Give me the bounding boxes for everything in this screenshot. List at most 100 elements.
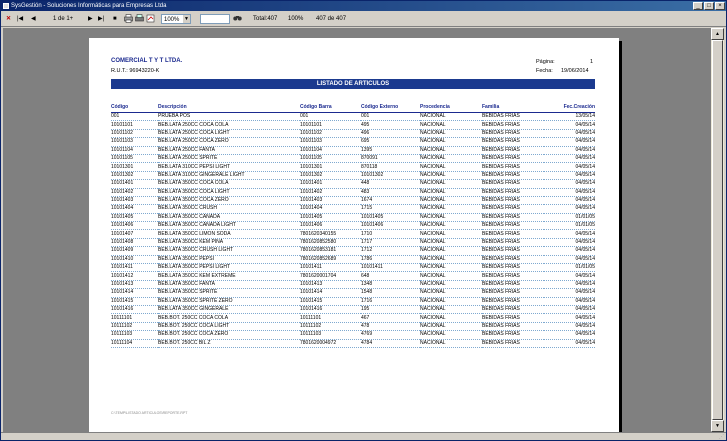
table-row: 10111103 BEB.BOT. 250CC COCA ZERO 10111103… <box>111 330 595 340</box>
cell-codigo-barra: 10111102 <box>300 322 361 332</box>
cell-familia: BEBIDAS FRIAS <box>482 162 544 172</box>
scroll-thumb[interactable] <box>712 40 723 420</box>
cell-codigo-externo: 1717 <box>361 238 420 248</box>
cell-descripcion: BEB.BOT. 250CC COCA COLA <box>158 313 300 323</box>
cell-familia: BEBIDAS FRIAS <box>482 196 544 206</box>
prev-page-button[interactable]: ◀ <box>31 12 36 26</box>
cell-descripcion: BEB.LATA 350CC COCA LIGHT <box>158 188 300 197</box>
cell-procedencia: NACIONAL <box>420 221 482 231</box>
cell-codigo: 10101409 <box>111 246 158 256</box>
preview-toolbar: ✕ |◀ ◀ 1 de 1+ ▶ ▶| ■ 100% ▼ Total:407 1… <box>1 12 726 27</box>
cell-codigo-barra: 10101101 <box>300 120 361 130</box>
cell-fec-creacion: 01/01/05 <box>544 213 595 223</box>
cell-fec-creacion: 01/01/05 <box>544 263 595 273</box>
table-row: 10101408 BEB.LATA 350CC KEM PIÑA 780162085… <box>111 238 595 248</box>
cell-familia: BEBIDAS FRIAS <box>482 305 544 315</box>
total-records: Total:407 <box>253 16 278 22</box>
chevron-down-icon: ▼ <box>183 15 190 23</box>
cell-fec-creacion: 04/05/14 <box>544 137 595 147</box>
cell-codigo-externo: 195 <box>361 305 420 315</box>
cell-fec-creacion: 13/05/14 <box>544 112 595 122</box>
cell-descripcion: BEB.LATA 250CC COCA COLA <box>158 120 300 130</box>
table-row: 10101411 BEB.LATA 350CC PEPSI LIGHT 101014… <box>111 263 595 273</box>
maximize-button[interactable]: □ <box>704 2 714 10</box>
table-row: 10101406 BEB.LATA 350CC CANADA LIGHT 10101… <box>111 221 595 231</box>
vertical-scrollbar[interactable]: ▲ ▼ <box>711 28 724 432</box>
cell-codigo-externo: 1548 <box>361 288 420 298</box>
cell-procedencia: NACIONAL <box>420 154 482 164</box>
cell-procedencia: NACIONAL <box>420 280 482 290</box>
cell-procedencia: NACIONAL <box>420 305 482 315</box>
cell-descripcion: BEB.LATA 310CC PEPSI LIGHT <box>158 162 300 172</box>
cell-codigo-externo: 10101405 <box>361 213 420 223</box>
cell-procedencia: NACIONAL <box>420 188 482 197</box>
cell-familia: BEBIDAS FRIAS <box>482 263 544 273</box>
find-icon[interactable] <box>233 12 242 26</box>
cell-fec-creacion: 04/05/14 <box>544 129 595 139</box>
cell-codigo-externo: 1716 <box>361 297 420 307</box>
col-codigo-barra: Código Barra <box>300 102 361 113</box>
cell-codigo: 10111104 <box>111 339 158 348</box>
col-codigo-externo: Código Externo <box>361 102 420 113</box>
search-input[interactable] <box>200 14 230 24</box>
report-title: LISTADO DE ARTICULOS <box>111 79 595 89</box>
cell-procedencia: NACIONAL <box>420 339 482 348</box>
cell-procedencia: NACIONAL <box>420 288 482 298</box>
cell-codigo-barra: 10101402 <box>300 188 361 197</box>
cell-familia: BEBIDAS FRIAS <box>482 188 544 197</box>
scroll-up-button[interactable]: ▲ <box>711 28 724 40</box>
stop-icon[interactable]: ■ <box>113 12 117 26</box>
cell-familia: BEBIDAS FRIAS <box>482 137 544 147</box>
minimize-button[interactable]: _ <box>693 2 703 10</box>
company-name: COMERCIAL T Y T LTDA. <box>111 58 183 64</box>
zoom-select[interactable]: 100% ▼ <box>161 14 191 24</box>
cell-familia: BEBIDAS FRIAS <box>482 213 544 223</box>
cell-fec-creacion: 04/05/14 <box>544 146 595 155</box>
scroll-down-button[interactable]: ▼ <box>711 420 724 432</box>
cell-codigo-barra: 10101302 <box>300 171 361 181</box>
print-icon[interactable] <box>124 12 133 26</box>
cell-familia: BEBIDAS FRIAS <box>482 313 544 323</box>
cell-codigo-barra: 7801620001704 <box>300 271 361 281</box>
cell-descripcion: BEB.LATA 250CC COCA LIGHT <box>158 129 300 139</box>
table-row: 10101104 BEB.LATA 250CC FANTA 10101104 1395… <box>111 146 595 155</box>
status-bar: ⋰ <box>1 432 726 440</box>
first-page-button[interactable]: |◀ <box>17 12 23 26</box>
date-label: Fecha: <box>536 68 553 74</box>
cell-procedencia: NACIONAL <box>420 271 482 281</box>
cell-codigo: 10101102 <box>111 129 158 139</box>
cell-codigo: 10101402 <box>111 188 158 197</box>
preview-area[interactable]: COMERCIAL T Y T LTDA. R.U.T.: 96943220-K… <box>3 28 711 432</box>
cell-codigo-barra: 7801620852689 <box>300 255 361 265</box>
page-indicator: 1 de 1+ <box>53 16 74 22</box>
cell-familia: BEBIDAS FRIAS <box>482 255 544 265</box>
cell-codigo-barra: 10101416 <box>300 305 361 315</box>
cell-codigo-barra: 7801620852580 <box>300 238 361 248</box>
table-row: 10101407 BEB.LATA 350CC LIMON SODA 7801620… <box>111 229 595 239</box>
close-preview-button[interactable]: ✕ <box>6 12 11 26</box>
cell-descripcion: BEB.LATA 250CC COCA ZERO <box>158 137 300 147</box>
cell-descripcion: BEB.LATA 250CC FANTA <box>158 146 300 155</box>
cell-codigo: 10101410 <box>111 255 158 265</box>
cell-fec-creacion: 04/05/14 <box>544 154 595 164</box>
cell-familia: BEBIDAS FRIAS <box>482 112 544 122</box>
cell-descripcion: BEB.LATA 350CC CANADA LIGHT <box>158 221 300 231</box>
table-row: 10111101 BEB.BOT. 250CC COCA COLA 10111101… <box>111 313 595 323</box>
cell-familia: BEBIDAS FRIAS <box>482 229 544 239</box>
cell-codigo-barra: 10101105 <box>300 154 361 164</box>
title-bar[interactable]: SysGestión - Soluciones Informáticas par… <box>1 1 726 11</box>
table-row: 10101415 BEB.LATA 350CC SPRITE ZERO 101014… <box>111 297 595 307</box>
cell-codigo-externo: 648 <box>361 271 420 281</box>
last-page-button[interactable]: ▶| <box>98 12 104 26</box>
close-window-button[interactable]: × <box>715 2 725 10</box>
app-icon <box>3 3 9 9</box>
table-row: 10111104 BEB.BOT. 250CC BIL Z 780162000497… <box>111 339 595 348</box>
printer-setup-icon[interactable] <box>135 12 144 26</box>
cell-familia: BEBIDAS FRIAS <box>482 288 544 298</box>
resize-grip-icon[interactable]: ⋰ <box>719 434 724 440</box>
cell-procedencia: NACIONAL <box>420 213 482 223</box>
zoom-value: 100% <box>164 17 180 23</box>
cell-codigo-externo: 10101411 <box>361 263 420 273</box>
next-page-button[interactable]: ▶ <box>88 12 93 26</box>
export-icon[interactable] <box>146 12 155 26</box>
